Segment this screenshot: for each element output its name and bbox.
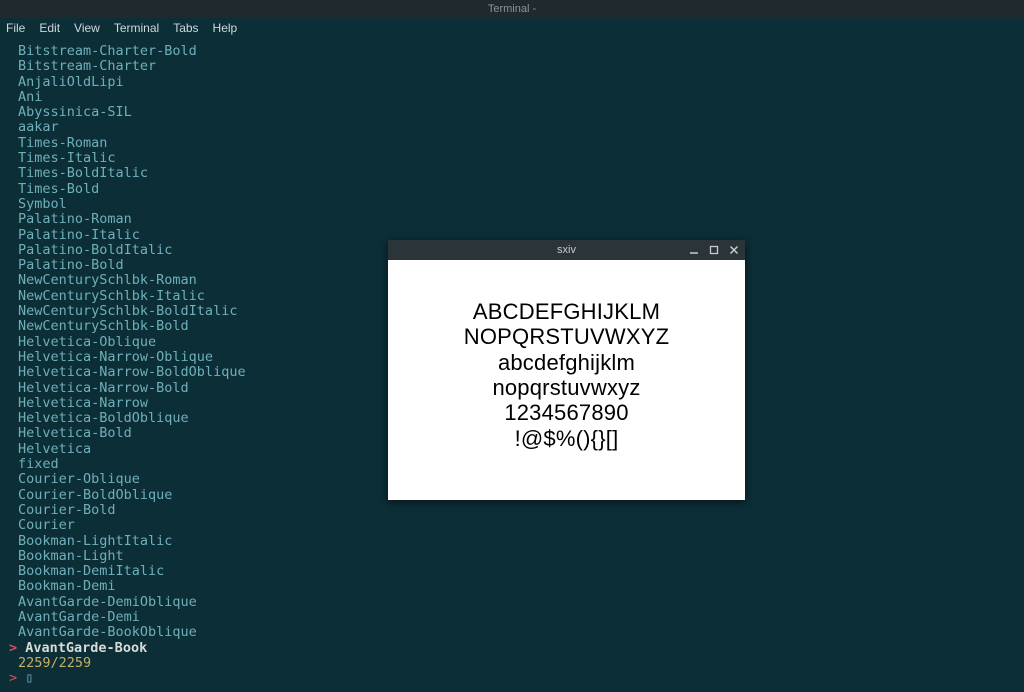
list-item: Bookman-LightItalic [18, 534, 1012, 549]
list-item: Bitstream-Charter-Bold [18, 44, 1012, 59]
selected-font: AvantGarde-Book [25, 640, 147, 656]
prompt-caret: > [9, 670, 17, 686]
list-item: Symbol [18, 197, 1012, 212]
sxiv-titlebar[interactable]: sxiv [388, 240, 745, 260]
menu-terminal[interactable]: Terminal [114, 21, 159, 35]
list-item: Times-Bold [18, 182, 1012, 197]
window-title: Terminal - [488, 3, 536, 15]
list-item: AnjaliOldLipi [18, 75, 1012, 90]
list-item: AvantGarde-Demi [18, 610, 1012, 625]
list-item: Bookman-DemiItalic [18, 564, 1012, 579]
sample-line: NOPQRSTUVWXYZ [464, 324, 670, 349]
menu-tabs[interactable]: Tabs [173, 21, 198, 35]
menubar: File Edit View Terminal Tabs Help [0, 18, 1024, 38]
list-item: AvantGarde-BookOblique [18, 625, 1012, 640]
list-item: Courier-Bold [18, 503, 1012, 518]
sample-line: abcdefghijklm [498, 350, 635, 375]
list-item: Bitstream-Charter [18, 59, 1012, 74]
sample-line: ABCDEFGHIJKLM [473, 299, 660, 324]
sample-line: 1234567890 [504, 400, 628, 425]
window-controls [687, 240, 741, 260]
minimize-icon[interactable] [687, 243, 701, 257]
list-item: Courier [18, 518, 1012, 533]
menu-file[interactable]: File [6, 21, 25, 35]
close-icon[interactable] [727, 243, 741, 257]
selected-marker: > [9, 640, 17, 656]
list-item: Bookman-Light [18, 549, 1012, 564]
menu-edit[interactable]: Edit [39, 21, 60, 35]
menu-help[interactable]: Help [213, 21, 238, 35]
list-item: Bookman-Demi [18, 579, 1012, 594]
maximize-icon[interactable] [707, 243, 721, 257]
selected-row: > AvantGarde-Book [9, 641, 1012, 656]
window-titlebar: Terminal - [0, 0, 1024, 18]
list-item: Abyssinica-SIL [18, 105, 1012, 120]
list-item: Times-BoldItalic [18, 166, 1012, 181]
match-count: 2259/2259 [18, 656, 1012, 671]
sxiv-window[interactable]: sxiv ABCDEFGHIJKLM NOPQRSTUVWXYZ abcdefg… [388, 240, 745, 500]
prompt[interactable]: > ▯ [9, 671, 1012, 686]
sample-line: !@$%(){}[] [515, 426, 619, 451]
sample-line: nopqrstuvwxyz [492, 375, 640, 400]
sxiv-title: sxiv [557, 244, 576, 256]
list-item: Ani [18, 90, 1012, 105]
list-item: Times-Roman [18, 136, 1012, 151]
list-item: AvantGarde-DemiOblique [18, 595, 1012, 610]
list-item: aakar [18, 120, 1012, 135]
prompt-cursor: ▯ [25, 670, 33, 686]
list-item: Times-Italic [18, 151, 1012, 166]
list-item: Palatino-Roman [18, 212, 1012, 227]
sxiv-preview: ABCDEFGHIJKLM NOPQRSTUVWXYZ abcdefghijkl… [388, 260, 745, 500]
menu-view[interactable]: View [74, 21, 100, 35]
